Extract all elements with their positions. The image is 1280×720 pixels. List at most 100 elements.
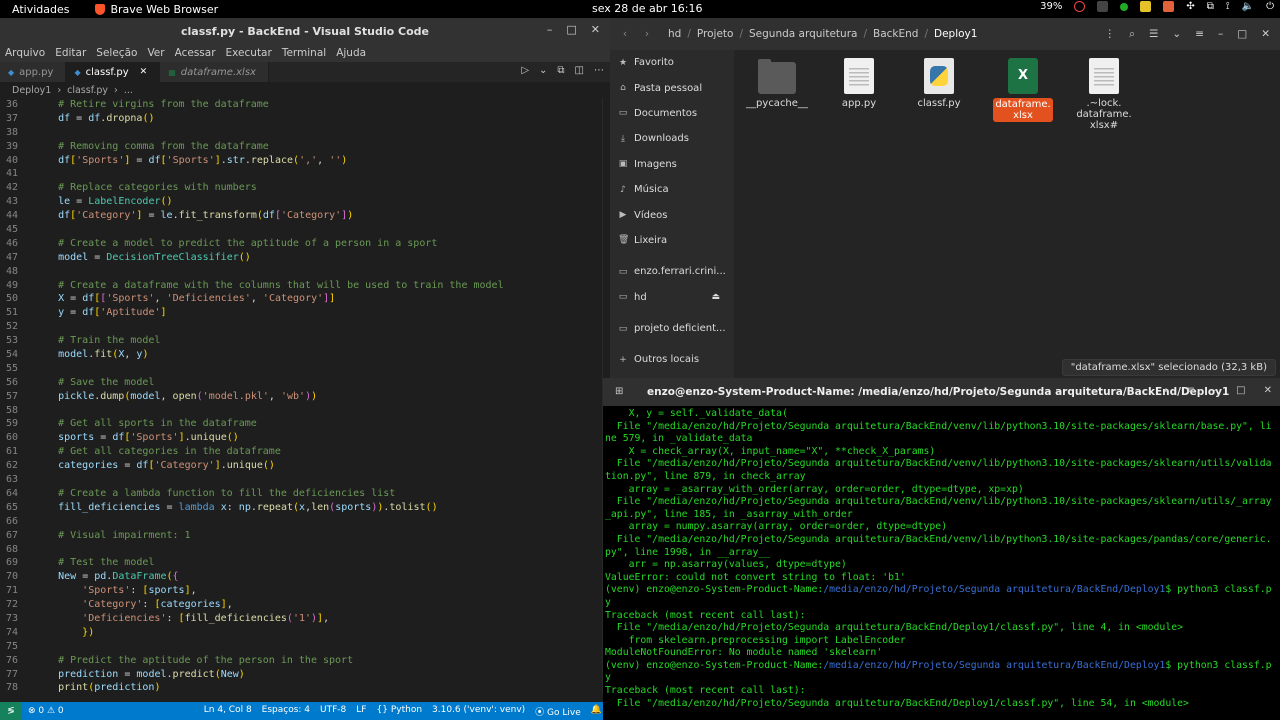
code-line[interactable]: 63 [0,473,610,487]
code-line[interactable]: 65 fill_deficiencies = lambda x: np.repe… [0,501,610,515]
code-line[interactable]: 49 # Create a dataframe with the columns… [0,279,610,293]
vscode-titlebar[interactable]: classf.py - BackEnd - Visual Studio Code… [0,18,610,44]
code-line[interactable]: 66 [0,515,610,529]
code-editor[interactable]: 36 # Retire virgins from the dataframe 37… [0,98,610,694]
minimize-icon[interactable]: – [547,23,553,36]
menu-item[interactable]: Ver [147,47,164,59]
code-line[interactable]: 45 [0,223,610,237]
activities-button[interactable]: Atividades [12,3,69,16]
terminal-titlebar[interactable]: ⊞ enzo@enzo-System-Product-Name: /media/… [603,378,1280,406]
menu-icon[interactable]: ≡ [1187,385,1195,396]
code-line[interactable]: 77 prediction = model.predict(New) [0,668,610,682]
accessibility-icon[interactable]: ✣ [1186,1,1194,12]
problems-indicator[interactable]: ⊗ 0 ⚠ 0 [28,706,64,716]
language-mode[interactable]: {} Python [377,705,423,718]
path-segment[interactable]: BackEnd [867,28,924,40]
code-line[interactable]: 47 model = DecisionTreeClassifier() [0,251,610,265]
code-line[interactable]: 60 sports = df['Sports'].unique() [0,431,610,445]
menu-item[interactable]: Ajuda [336,47,366,59]
code-line[interactable]: 36 # Retire virgins from the dataframe [0,98,610,112]
code-line[interactable]: 70 New = pd.DataFrame({ [0,570,610,584]
code-line[interactable]: 58 [0,404,610,418]
network-icon[interactable]: ⟟ [1226,1,1230,12]
focused-app-menu[interactable]: Brave Web Browser [95,3,218,16]
sidebar-item-other-locations[interactable]: + Outros locais [610,347,734,372]
power-icon[interactable]: ⏻ [1266,1,1274,12]
clock[interactable]: sex 28 de abr 16:16 [592,2,703,15]
chevron-down-icon[interactable]: ⌄ [1172,28,1181,40]
open-preview-icon[interactable]: ⧉ [557,65,564,76]
go-live-button[interactable]: ⦿ Go Live [535,705,581,718]
tab-3[interactable]: ▦ dataframe.xlsx [160,62,269,82]
sidebar-item-home[interactable]: ⌂ Pasta pessoal [610,75,734,100]
minimize-icon[interactable]: – [1213,385,1218,396]
new-tab-icon[interactable]: ⊞ [615,386,623,397]
code-line[interactable]: 61 # Get all categories in the dataframe [0,445,610,459]
sidebar-item-trash[interactable]: 🗑 Lixeira [610,228,734,253]
sidebar-item-user-drive[interactable]: ▭ enzo.ferrari.crini... [610,259,734,284]
menu-item[interactable]: Editar [55,47,86,59]
sidebar-item-music[interactable]: ♪ Música [610,177,734,202]
code-line[interactable]: 67 # Visual impairment: 1 [0,529,610,543]
path-menu-icon[interactable]: ⋮ [1105,28,1116,40]
code-line[interactable]: 52 [0,320,610,334]
code-line[interactable]: 40 df['Sports'] = df['Sports'].str.repla… [0,154,610,168]
terminal-output[interactable]: X, y = self._validate_data( File "/media… [603,406,1280,710]
close-icon[interactable]: ✕ [1261,28,1270,40]
menu-icon[interactable]: ≡ [1195,28,1204,40]
code-line[interactable]: 74 }) [0,626,610,640]
menu-item[interactable]: Acessar [175,47,216,59]
forward-icon[interactable]: › [636,23,658,45]
file-item[interactable]: Xdataframe. xlsx [988,50,1058,122]
maximize-icon[interactable]: □ [1236,385,1245,396]
tab-1[interactable]: ◆ app.py [0,62,67,82]
menu-item[interactable]: Arquivo [5,47,45,59]
breadcrumb-item[interactable]: ... [124,85,133,96]
view-list-icon[interactable]: ☰ [1149,28,1158,40]
gmail-icon[interactable] [1097,1,1109,12]
code-line[interactable]: 73 'Deficiencies': [fill_deficiencies('1… [0,612,610,626]
indicator-orange-icon[interactable] [1163,1,1175,12]
close-tab-icon[interactable]: ✕ [140,67,148,77]
file-item[interactable]: app.py [824,50,894,109]
close-icon[interactable]: ✕ [1264,385,1272,396]
menu-item[interactable]: Executar [226,47,272,59]
close-icon[interactable]: ✕ [591,23,600,36]
sidebar-item-videos[interactable]: ▶ Vídeos [610,202,734,227]
code-line[interactable]: 75 [0,640,610,654]
path-segment[interactable]: Segunda arquitetura [743,28,863,40]
code-line[interactable]: 53 # Train the model [0,334,610,348]
screenshot-icon[interactable]: ⧉ [1207,1,1214,12]
menu-item[interactable]: Terminal [282,47,326,59]
indicator-yellow-icon[interactable] [1140,1,1152,12]
code-line[interactable]: 54 model.fit(X, y) [0,348,610,362]
sidebar-item-project-drive[interactable]: ▭ projeto deficient... [610,316,734,341]
eject-icon[interactable]: ⏏ [711,292,720,302]
back-icon[interactable]: ‹ [614,23,636,45]
code-line[interactable]: 38 [0,126,610,140]
notifications-icon[interactable]: 🔔 [591,705,602,718]
code-line[interactable]: 71 'Sports': [sports], [0,584,610,598]
sidebar-item-downloads[interactable]: ⤓ Downloads [610,126,734,151]
indentation[interactable]: Espaços: 4 [262,705,310,718]
indicator-green-icon[interactable] [1120,2,1129,11]
sidebar-item-documents[interactable]: ▭ Documentos [610,101,734,126]
menu-item[interactable]: Seleção [96,47,137,59]
volume-icon[interactable]: 🔈 [1242,1,1254,12]
record-icon[interactable] [1074,1,1086,12]
code-line[interactable]: 59 # Get all sports in the dataframe [0,417,610,431]
code-line[interactable]: 68 [0,543,610,557]
code-line[interactable]: 72 'Category': [categories], [0,598,610,612]
code-line[interactable]: 43 le = LabelEncoder() [0,195,610,209]
code-line[interactable]: 46 # Create a model to predict the aptit… [0,237,610,251]
encoding[interactable]: UTF-8 [320,705,346,718]
code-line[interactable]: 50 X = df[['Sports', 'Deficiencies', 'Ca… [0,292,610,306]
code-line[interactable]: 76 # Predict the aptitude of the person … [0,654,610,668]
code-line[interactable]: 69 # Test the model [0,556,610,570]
sidebar-item-pictures[interactable]: ▣ Imagens [610,152,734,177]
path-segment[interactable]: Deploy1 [928,28,983,40]
more-actions-icon[interactable]: ⋯ [594,65,604,76]
code-line[interactable]: 57 pickle.dump(model, open('model.pkl', … [0,390,610,404]
code-line[interactable]: 62 categories = df['Category'].unique() [0,459,610,473]
code-line[interactable]: 41 [0,167,610,181]
